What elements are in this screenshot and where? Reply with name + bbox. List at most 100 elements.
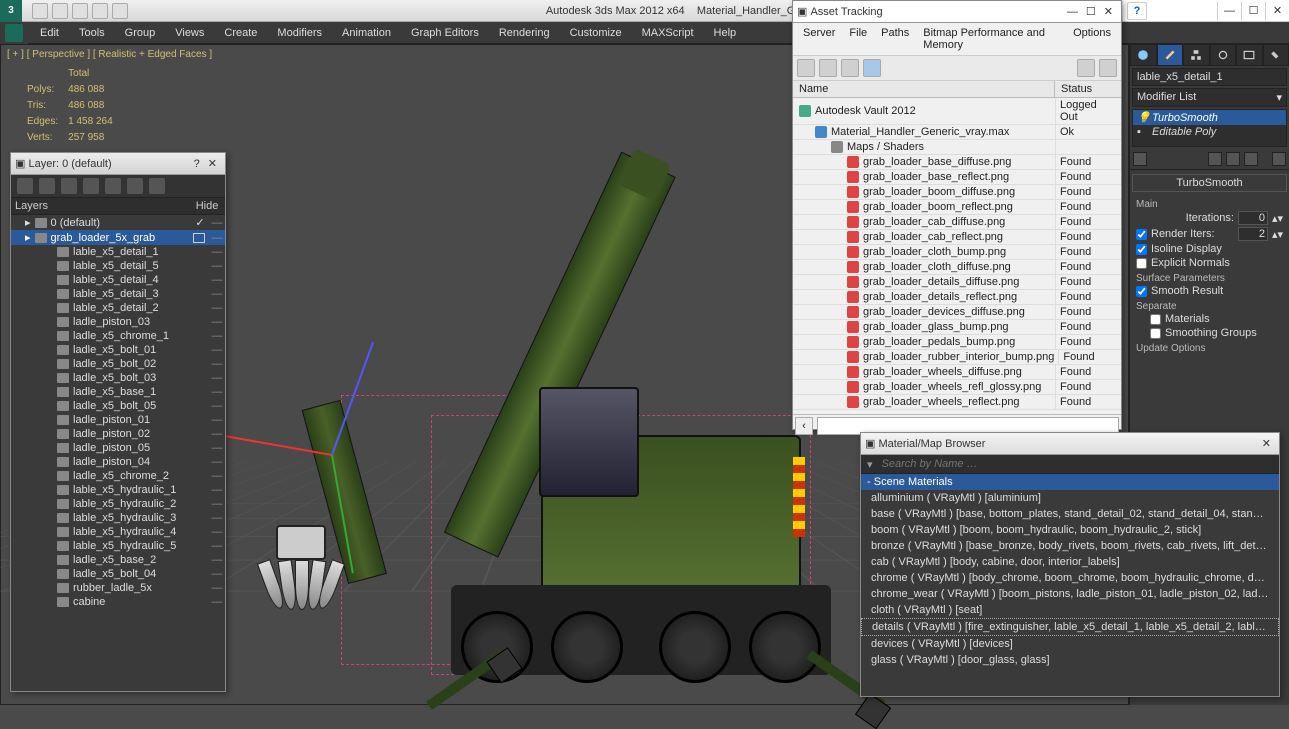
qat-new-icon[interactable]	[32, 3, 48, 19]
material-row[interactable]: cab ( VRayMtl ) [body, cabine, door, int…	[861, 554, 1279, 570]
layer-row[interactable]: ladle_x5_base_1—	[11, 385, 225, 399]
material-list[interactable]: alluminium ( VRayMtl ) [aluminium]base (…	[861, 490, 1279, 688]
layer-row[interactable]: lable_x5_detail_5—	[11, 259, 225, 273]
create-tab-icon[interactable]	[1130, 44, 1157, 66]
hide-toggle[interactable]: —	[211, 484, 223, 496]
menu-edit[interactable]: Edit	[30, 24, 69, 42]
hide-toggle[interactable]: —	[211, 414, 223, 426]
menu-tools[interactable]: Tools	[69, 24, 115, 42]
hide-toggle[interactable]: —	[211, 260, 223, 272]
qat-undo-icon[interactable]	[92, 3, 108, 19]
layer-row[interactable]: ladle_x5_chrome_2—	[11, 469, 225, 483]
vertex-icon[interactable]: ▪	[1137, 126, 1149, 138]
qat-save-icon[interactable]	[72, 3, 88, 19]
spinner-arrows-icon[interactable]: ▴▾	[1272, 212, 1283, 225]
layer-row[interactable]: ladle_piston_01—	[11, 413, 225, 427]
material-row[interactable]: cloth ( VRayMtl ) [seat]	[861, 602, 1279, 618]
back-icon[interactable]: ‹	[795, 417, 813, 435]
asset-row[interactable]: grab_loader_cab_reflect.pngFound	[793, 230, 1121, 245]
menu-graph-editors[interactable]: Graph Editors	[401, 24, 489, 42]
object-name-field[interactable]: lable_x5_detail_1	[1132, 68, 1287, 86]
menu-maxscript[interactable]: MAXScript	[632, 24, 704, 42]
sep-materials-checkbox[interactable]	[1150, 314, 1161, 325]
asset-row[interactable]: grab_loader_wheels_refl_glossy.pngFound	[793, 380, 1121, 395]
freeze-layer-icon[interactable]	[149, 178, 165, 194]
layer-row[interactable]: lable_x5_detail_2—	[11, 301, 225, 315]
hide-toggle[interactable]: —	[211, 554, 223, 566]
hide-toggle[interactable]: —	[211, 232, 223, 244]
light-bulb-icon[interactable]: 💡	[1137, 111, 1149, 124]
display-tab-icon[interactable]	[1236, 44, 1263, 66]
motion-tab-icon[interactable]	[1210, 44, 1237, 66]
layer-row[interactable]: ladle_piston_05—	[11, 441, 225, 455]
layer-row[interactable]: ladle_x5_bolt_05—	[11, 399, 225, 413]
app-logo-icon[interactable]: 3	[0, 0, 22, 22]
layer-list[interactable]: ▸ 0 (default)✓—▸ grab_loader_5x_grab—lab…	[11, 215, 225, 671]
layer-box-icon[interactable]	[193, 233, 205, 243]
material-search-input[interactable]	[879, 455, 1279, 473]
layer-row[interactable]: cabine—	[11, 595, 225, 609]
highlight-editable-icon[interactable]	[1077, 59, 1095, 77]
layer-row[interactable]: lable_x5_detail_1—	[11, 245, 225, 259]
material-row[interactable]: bronze ( VRayMtl ) [base_bronze, body_ri…	[861, 538, 1279, 554]
col-status[interactable]: Status	[1055, 81, 1121, 97]
asset-list[interactable]: Autodesk Vault 2012Logged OutMaterial_Ha…	[793, 98, 1121, 414]
modifier-item[interactable]: 💡 TurboSmooth	[1133, 110, 1286, 125]
material-row[interactable]: chrome_wear ( VRayMtl ) [boom_pistons, l…	[861, 586, 1279, 602]
asset-row[interactable]: grab_loader_details_reflect.pngFound	[793, 290, 1121, 305]
menu-create[interactable]: Create	[214, 24, 267, 42]
asset-row[interactable]: grab_loader_pedals_bump.pngFound	[793, 335, 1121, 350]
asset-menu-file[interactable]: File	[843, 25, 873, 53]
asset-row[interactable]: grab_loader_rubber_interior_bump.pngFoun…	[793, 350, 1121, 365]
modify-tab-icon[interactable]	[1157, 44, 1184, 66]
application-button[interactable]	[0, 22, 28, 44]
asset-row[interactable]: grab_loader_cloth_bump.pngFound	[793, 245, 1121, 260]
table-view-icon[interactable]	[841, 59, 859, 77]
pin-stack-icon[interactable]	[1133, 152, 1147, 166]
highlight-layer-icon[interactable]	[105, 178, 121, 194]
expand-icon[interactable]: ▸	[25, 216, 31, 229]
show-end-result-icon[interactable]	[1208, 152, 1222, 166]
hide-toggle[interactable]: —	[211, 456, 223, 468]
material-row[interactable]: devices ( VRayMtl ) [devices]	[861, 636, 1279, 652]
layer-row[interactable]: lable_x5_detail_4—	[11, 273, 225, 287]
asset-row[interactable]: grab_loader_cab_diffuse.pngFound	[793, 215, 1121, 230]
material-row[interactable]: glass ( VRayMtl ) [door_glass, glass]	[861, 652, 1279, 668]
asset-row[interactable]: grab_loader_base_reflect.pngFound	[793, 170, 1121, 185]
hide-toggle[interactable]: —	[211, 400, 223, 412]
hide-toggle[interactable]: —	[211, 372, 223, 384]
explicit-normals-checkbox[interactable]	[1136, 258, 1147, 269]
asset-row[interactable]: grab_loader_wheels_reflect.pngFound	[793, 395, 1121, 410]
menu-customize[interactable]: Customize	[560, 24, 632, 42]
layer-row[interactable]: ladle_x5_base_2—	[11, 553, 225, 567]
hide-toggle[interactable]: —	[211, 358, 223, 370]
hide-toggle[interactable]: —	[211, 288, 223, 300]
close-icon[interactable]: ✕	[1258, 437, 1275, 450]
layer-row[interactable]: lable_x5_hydraulic_2—	[11, 497, 225, 511]
viewport-label[interactable]: [ + ] [ Perspective ] [ Realistic + Edge…	[7, 49, 212, 60]
new-layer-icon[interactable]	[17, 178, 33, 194]
asset-row[interactable]: grab_loader_base_diffuse.pngFound	[793, 155, 1121, 170]
tree-view-icon[interactable]	[819, 59, 837, 77]
material-row[interactable]: boom ( VRayMtl ) [boom, boom_hydraulic, …	[861, 522, 1279, 538]
col-layers[interactable]: Layers	[15, 200, 193, 212]
hide-toggle[interactable]: —	[211, 217, 223, 229]
asset-menu-bitmap-performance-and-memory[interactable]: Bitmap Performance and Memory	[917, 25, 1065, 53]
layer-row[interactable]: ladle_piston_02—	[11, 427, 225, 441]
material-row[interactable]: base ( VRayMtl ) [base, bottom_plates, s…	[861, 506, 1279, 522]
hide-toggle[interactable]: —	[211, 568, 223, 580]
asset-row[interactable]: Maps / Shaders	[793, 140, 1121, 155]
layer-row[interactable]: ladle_piston_04—	[11, 455, 225, 469]
asset-row[interactable]: grab_loader_boom_reflect.pngFound	[793, 200, 1121, 215]
asset-row[interactable]: grab_loader_glass_bump.pngFound	[793, 320, 1121, 335]
modifier-list-dropdown[interactable]: Modifier List▾	[1132, 88, 1287, 107]
make-unique-icon[interactable]	[1226, 152, 1240, 166]
settings-icon[interactable]	[1099, 59, 1117, 77]
asset-window-titlebar[interactable]: ▣ Asset Tracking — ☐ ✕	[793, 1, 1121, 23]
minimize-button[interactable]: —	[1217, 2, 1241, 20]
help-icon[interactable]: ?	[1127, 2, 1147, 20]
add-to-layer-icon[interactable]	[61, 178, 77, 194]
spinner-arrows-icon[interactable]: ▴▾	[1272, 228, 1283, 241]
isoline-checkbox[interactable]	[1136, 244, 1147, 255]
hide-toggle[interactable]: —	[211, 246, 223, 258]
